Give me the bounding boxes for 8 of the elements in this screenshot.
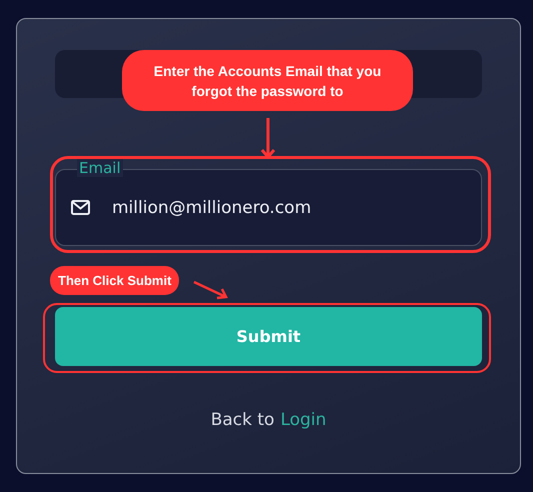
login-link[interactable]: Login — [280, 410, 326, 430]
arrow-icon — [193, 280, 229, 300]
field-label: Email — [77, 159, 123, 177]
back-text: Back to — [210, 410, 274, 430]
field-value: million@millionero.com — [112, 198, 312, 218]
callout-bubble: Enter the Accounts Email that you forgot the password to — [122, 50, 413, 111]
mail-icon — [71, 200, 90, 215]
callout-pill: Then Click Submit — [50, 266, 180, 295]
